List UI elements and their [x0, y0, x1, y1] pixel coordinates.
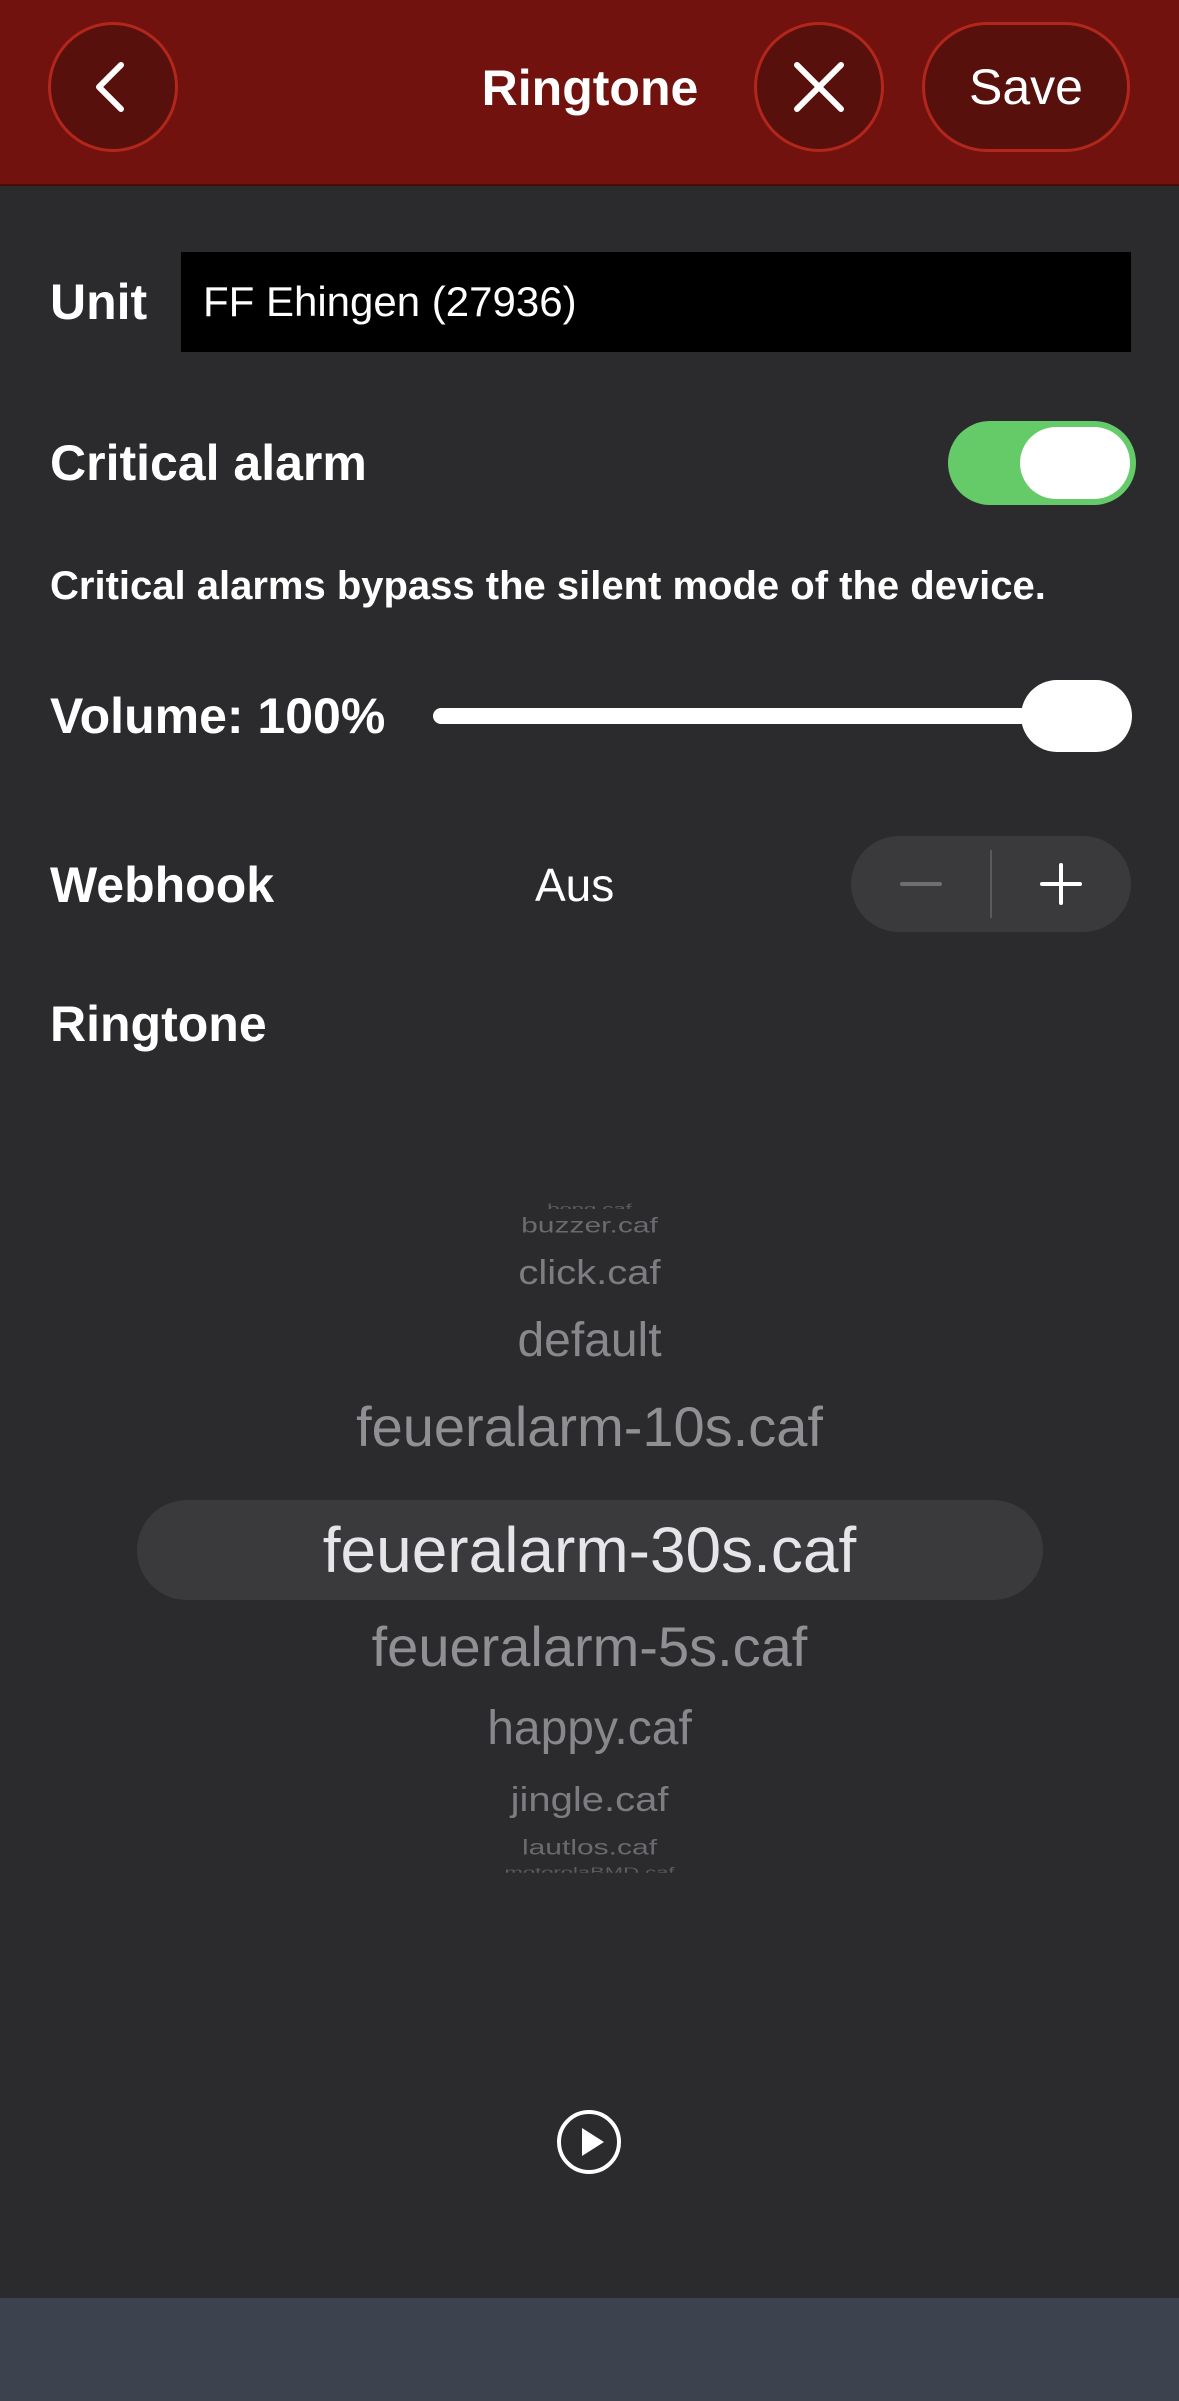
volume-slider-track[interactable]: [433, 708, 1093, 724]
picker-item[interactable]: feueralarm-5s.caf: [0, 1615, 1179, 1679]
picker-item[interactable]: happy.caf: [0, 1701, 1179, 1757]
picker-item[interactable]: feueralarm-10s.caf: [0, 1395, 1179, 1459]
picker-item[interactable]: jingle.caf: [0, 1780, 1179, 1819]
bottom-bar: [0, 2298, 1179, 2401]
picker-item[interactable]: bong.caf: [0, 1201, 1179, 1209]
ringtone-label: Ringtone: [50, 996, 267, 1052]
volume-slider-thumb[interactable]: [1021, 680, 1132, 752]
stepper-decrement-button[interactable]: [851, 836, 991, 932]
toggle-knob: [1020, 427, 1130, 499]
page-title: Ringtone: [481, 60, 699, 116]
picker-item[interactable]: motorolaBMD.caf: [0, 1865, 1179, 1873]
webhook-value: Aus: [535, 859, 615, 911]
critical-alarm-note: Critical alarms bypass the silent mode o…: [50, 564, 1046, 608]
close-button[interactable]: [754, 22, 884, 152]
picker-item[interactable]: buzzer.caf: [0, 1214, 1179, 1238]
back-button[interactable]: [48, 22, 178, 152]
play-button[interactable]: [555, 2108, 623, 2176]
picker-item[interactable]: click.caf: [0, 1253, 1179, 1292]
picker-item[interactable]: default: [0, 1313, 1179, 1369]
volume-label: Volume: 100%: [50, 688, 386, 744]
unit-field[interactable]: [181, 252, 1131, 352]
close-icon: [794, 62, 844, 112]
ringtone-picker[interactable]: bong.caf buzzer.caf click.caf default fe…: [0, 1195, 1179, 1885]
picker-item[interactable]: lautlos.caf: [0, 1836, 1179, 1860]
picker-item-selected[interactable]: feueralarm-30s.caf: [0, 1513, 1179, 1587]
unit-label: Unit: [50, 274, 148, 330]
play-circle-icon: [557, 2110, 621, 2174]
webhook-stepper: [851, 836, 1131, 932]
navigation-bar: Ringtone Save: [0, 0, 1179, 186]
webhook-label: Webhook: [50, 857, 275, 913]
critical-alarm-label: Critical alarm: [50, 435, 367, 491]
save-button[interactable]: Save: [922, 22, 1130, 152]
plus-icon: [1040, 863, 1082, 905]
stepper-increment-button[interactable]: [991, 836, 1131, 932]
chevron-left-icon: [96, 62, 124, 112]
critical-alarm-toggle[interactable]: [948, 421, 1136, 505]
minus-icon: [900, 882, 942, 886]
